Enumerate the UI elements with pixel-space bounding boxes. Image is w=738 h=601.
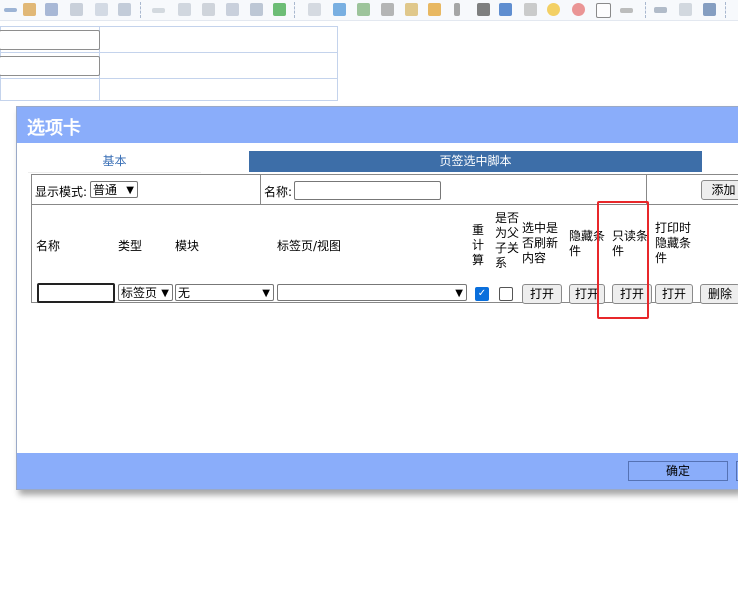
name-input[interactable] (294, 181, 441, 200)
cube-icon[interactable] (178, 3, 191, 16)
toolbar (0, 0, 738, 21)
word-icon[interactable] (499, 3, 512, 16)
recalc-checkbox[interactable]: ✓ (475, 287, 489, 301)
ok-button[interactable]: 确定 (628, 461, 728, 481)
col-parent-child-header: 是否 为父 子关系 (495, 211, 520, 270)
document-icon[interactable] (250, 3, 263, 16)
number-icon[interactable] (596, 3, 611, 18)
background-input[interactable] (0, 56, 100, 76)
tab-basic[interactable]: 基本 (28, 151, 201, 173)
line-icon[interactable] (620, 8, 633, 13)
pencil-icon[interactable] (152, 8, 165, 13)
background-input[interactable] (0, 30, 100, 50)
dialog-footer: 确定 (17, 453, 738, 489)
row-module-select[interactable]: 无 ▼ (175, 284, 274, 301)
display-mode-label: 显示模式: (35, 185, 88, 199)
pencil-icon[interactable] (308, 3, 321, 16)
page-icon[interactable] (45, 3, 58, 16)
chevron-down-icon: ▼ (161, 288, 169, 299)
qrcode-icon[interactable] (477, 3, 490, 16)
camera-icon[interactable] (226, 3, 239, 16)
background-form (0, 26, 338, 101)
col-refresh-header: 选中是 否刷新 内容 (522, 221, 559, 265)
map-icon[interactable] (428, 3, 441, 16)
col-type-header: 类型 (118, 239, 143, 253)
image-icon[interactable] (357, 3, 370, 16)
chevron-down-icon: ▼ (262, 288, 270, 299)
code-icon[interactable] (70, 3, 83, 16)
row-tabview-select[interactable]: ▼ (277, 284, 467, 301)
col-tabview-header: 标签页/视图 (277, 239, 342, 253)
refresh-open-button[interactable]: 打开 (522, 284, 562, 304)
link-icon[interactable] (654, 7, 667, 13)
display-mode-value: 普通 (93, 183, 118, 197)
dialog-title: 选项卡 (27, 118, 81, 139)
copy-icon[interactable] (23, 3, 36, 16)
col-module-header: 模块 (175, 239, 200, 253)
image-icon[interactable] (202, 3, 215, 16)
minus-icon[interactable] (4, 8, 17, 12)
col-recalc-header: 重计算 (472, 223, 485, 267)
cube-icon[interactable] (333, 3, 346, 16)
row-name-input[interactable] (37, 283, 115, 303)
name-label: 名称: (264, 185, 293, 199)
dialog-titlebar[interactable]: 选项卡 (17, 107, 738, 143)
chart-icon[interactable] (524, 3, 537, 16)
add-button[interactable]: 添加 (701, 180, 738, 200)
print-hide-open-button[interactable]: 打开 (655, 284, 693, 304)
settings-icon[interactable] (572, 3, 585, 16)
parent-child-checkbox[interactable] (499, 287, 513, 301)
highlight-box (597, 201, 649, 319)
tab-select-script[interactable]: 页签选中脚本 (249, 151, 702, 172)
list-icon[interactable] (118, 3, 131, 16)
camera-icon[interactable] (381, 3, 394, 16)
display-mode-select[interactable]: 普通 ▼ (90, 181, 138, 198)
col-name-header: 名称 (36, 239, 61, 253)
row-type-select[interactable]: 标签页 ▼ (118, 284, 173, 301)
chevron-down-icon: ▼ (455, 288, 463, 299)
gear-icon[interactable] (679, 3, 692, 16)
delete-button[interactable]: 删除 (700, 284, 738, 304)
chevron-down-icon: ▼ (126, 185, 134, 196)
list-icon[interactable] (273, 3, 286, 16)
document-icon[interactable] (405, 3, 418, 16)
anchor-icon[interactable] (703, 3, 716, 16)
stamp-icon[interactable] (454, 3, 460, 16)
col-print-hide-header: 打印时 隐藏条件 (655, 221, 692, 265)
preview-icon[interactable] (95, 3, 108, 16)
circle-icon[interactable] (547, 3, 560, 16)
